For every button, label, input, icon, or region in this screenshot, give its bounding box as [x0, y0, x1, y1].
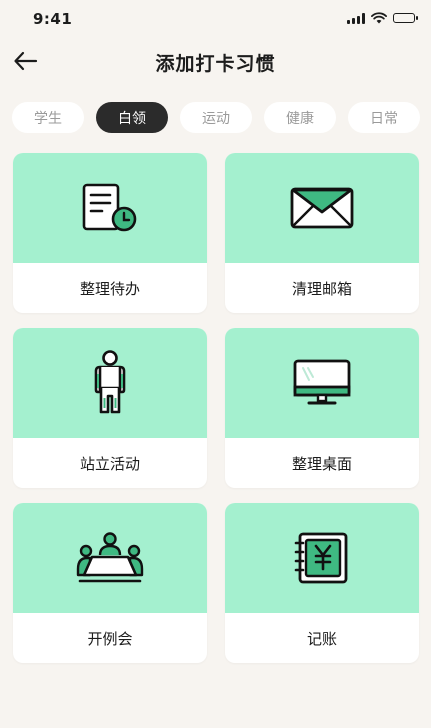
tab-sports[interactable]: 运动: [180, 102, 252, 133]
habit-card-bookkeeping[interactable]: 记账: [225, 503, 419, 663]
habit-label: 整理桌面: [291, 454, 352, 473]
desktop-monitor-icon: [291, 358, 353, 408]
standing-person-icon: [88, 350, 132, 416]
tab-daily[interactable]: 日常: [348, 102, 420, 133]
habit-card-meeting[interactable]: 开例会: [13, 503, 207, 663]
habit-label: 整理待办: [79, 279, 140, 298]
tab-health[interactable]: 健康: [264, 102, 336, 133]
habit-card-standing[interactable]: 站立活动: [13, 328, 207, 488]
todo-document-clock-icon: [80, 182, 140, 234]
status-time: 9:41: [33, 10, 73, 28]
habit-card-desktop[interactable]: 整理桌面: [225, 328, 419, 488]
nav-bar: 添加打卡习惯: [0, 38, 431, 84]
envelope-icon: [289, 186, 355, 230]
habit-label: 记账: [306, 629, 337, 648]
battery-icon: [393, 13, 418, 23]
ledger-yen-icon: [292, 531, 352, 585]
card-icon-area: [225, 503, 419, 613]
meeting-table-icon: [74, 531, 146, 585]
status-bar: 9:41: [0, 0, 431, 38]
tab-student[interactable]: 学生: [12, 102, 84, 133]
habit-label: 开例会: [87, 629, 133, 648]
status-icons: [347, 12, 418, 24]
habit-card-todo[interactable]: 整理待办: [13, 153, 207, 313]
card-icon-area: [225, 153, 419, 263]
card-icon-area: [13, 328, 207, 438]
habit-label: 站立活动: [79, 454, 140, 473]
page-title: 添加打卡习惯: [155, 53, 276, 75]
habit-label: 清理邮箱: [291, 279, 352, 298]
card-icon-area: [13, 153, 207, 263]
card-icon-area: [225, 328, 419, 438]
tab-white-collar[interactable]: 白领: [96, 102, 168, 133]
wifi-icon: [371, 12, 387, 24]
habit-card-email[interactable]: 清理邮箱: [225, 153, 419, 313]
card-icon-area: [13, 503, 207, 613]
cellular-signal-icon: [347, 12, 365, 24]
